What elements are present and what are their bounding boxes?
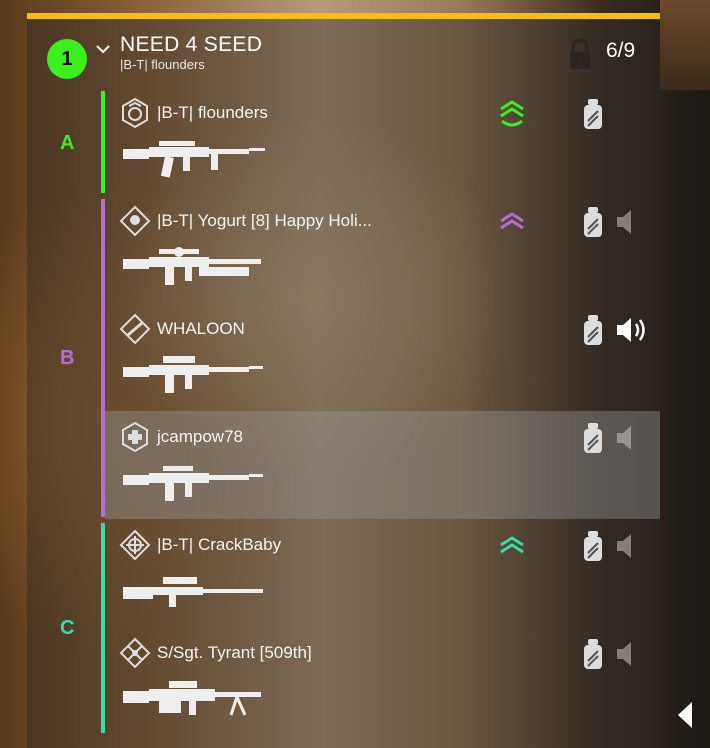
kit-icon	[584, 423, 602, 453]
member-name: |B-T| CrackBaby	[157, 535, 282, 554]
fireteam-c-letter: C	[60, 617, 75, 639]
speaker-muted-icon[interactable]	[613, 639, 651, 669]
fireteam-a-letter: A	[60, 132, 75, 154]
chevron-down-icon[interactable]	[93, 39, 113, 59]
lock-icon[interactable]	[567, 37, 593, 71]
squad-header[interactable]: 1 NEED 4 SEED |B-T| flounders 6/9	[27, 19, 660, 87]
squad-panel: 1 NEED 4 SEED |B-T| flounders 6/9 A B C …	[27, 13, 660, 748]
speaker-active-icon[interactable]	[613, 315, 651, 345]
side-scroll-strip	[668, 93, 702, 748]
triple-chevron-green-icon	[500, 100, 524, 127]
fireteam-b-letter: B	[60, 347, 75, 369]
leader-rank-icon	[122, 97, 148, 129]
speaker-muted-icon[interactable]	[613, 423, 651, 453]
member-name: |B-T| Yogurt [8] Happy Holi...	[157, 211, 372, 230]
kit-icon	[584, 639, 602, 669]
kit-icon	[584, 315, 602, 345]
squad-member-row[interactable]: |B-T| flounders	[105, 87, 660, 195]
diamond-role-icon	[119, 205, 151, 237]
member-name: WHALOON	[157, 319, 245, 338]
squad-name: NEED 4 SEED	[120, 33, 263, 56]
diamond-rifle-icon	[119, 313, 151, 345]
kit-icon	[584, 99, 602, 129]
assault-rifle-scoped-icon	[123, 356, 263, 393]
assault-rifle-foregrip-icon	[123, 141, 265, 178]
double-chevron-purple-icon	[500, 212, 524, 230]
squad-member-row[interactable]: |B-T| CrackBaby	[105, 519, 660, 627]
squad-member-row[interactable]: |B-T| Yogurt [8] Happy Holi...	[105, 195, 660, 303]
diamond-cross-icon	[119, 637, 151, 669]
assault-rifle-icon	[123, 466, 263, 501]
squad-member-count: 6/9	[606, 39, 636, 62]
kit-icon	[584, 207, 602, 237]
squad-member-row[interactable]: jcampow78	[105, 411, 660, 519]
member-name: S/Sgt. Tyrant [509th]	[157, 643, 312, 662]
sniper-rifle-icon	[123, 577, 263, 607]
speaker-muted-icon[interactable]	[613, 531, 651, 561]
squad-number-badge: 1	[47, 39, 87, 79]
member-name: jcampow78	[157, 427, 243, 446]
kit-icon	[584, 531, 602, 561]
medic-shield-icon	[122, 421, 148, 453]
squad-member-row[interactable]: S/Sgt. Tyrant [509th]	[105, 627, 660, 735]
squad-member-row[interactable]: WHALOON	[105, 303, 660, 411]
collapse-arrow-icon[interactable]	[676, 700, 696, 730]
rifle-grenade-launcher-icon	[123, 247, 261, 285]
crosshair-diamond-icon	[119, 529, 151, 561]
speaker-muted-icon[interactable]	[613, 207, 651, 237]
double-chevron-teal-icon	[500, 536, 524, 554]
background-decor	[660, 0, 710, 90]
machine-gun-icon	[123, 681, 261, 716]
member-name: |B-T| flounders	[157, 103, 268, 122]
squad-leader-name: |B-T| flounders	[120, 57, 205, 72]
